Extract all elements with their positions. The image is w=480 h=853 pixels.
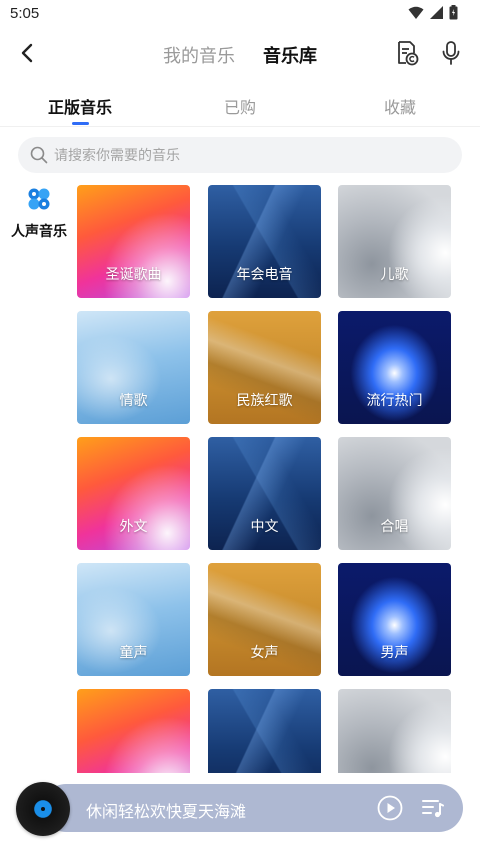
play-icon[interactable] xyxy=(377,795,403,821)
tab-favorites[interactable]: 收藏 xyxy=(384,94,416,118)
category-label: 情歌 xyxy=(119,392,148,408)
tab-licensed-music[interactable]: 正版音乐 xyxy=(48,94,112,118)
tab-purchased[interactable]: 已购 xyxy=(224,94,256,118)
category-label: 中文 xyxy=(250,518,279,534)
category-tile[interactable] xyxy=(338,689,451,773)
sub-tabs: 正版音乐 已购 收藏 xyxy=(0,92,480,128)
sidebar-category-label: 人声音乐 xyxy=(11,223,67,239)
category-tile[interactable] xyxy=(77,689,190,773)
mini-player[interactable]: 休闲轻松欢快夏天海滩 xyxy=(16,782,463,836)
microphone-icon xyxy=(442,41,460,65)
active-tab-indicator xyxy=(72,122,89,125)
sidebar-category[interactable]: 人声音乐 xyxy=(6,186,72,241)
category-tile[interactable]: 民族红歌 xyxy=(208,311,321,424)
search-bar[interactable] xyxy=(18,137,462,173)
category-label: 童声 xyxy=(119,644,148,660)
category-tile[interactable]: 女声 xyxy=(208,563,321,676)
category-label: 圣诞歌曲 xyxy=(105,266,162,282)
top-bar: 我的音乐 音乐库 xyxy=(0,28,480,78)
category-tile[interactable]: 流行热门 xyxy=(338,311,451,424)
status-icons xyxy=(408,5,458,25)
battery-icon xyxy=(449,5,458,25)
wifi-icon xyxy=(408,6,424,25)
category-tile[interactable]: 儿歌 xyxy=(338,185,451,298)
cellular-signal-icon xyxy=(430,6,443,24)
playlist-icon[interactable] xyxy=(421,796,445,820)
category-tile[interactable]: 男声 xyxy=(338,563,451,676)
category-tile[interactable]: 外文 xyxy=(77,437,190,550)
status-time: 5:05 xyxy=(10,5,40,22)
category-tile[interactable]: 圣诞歌曲 xyxy=(77,185,190,298)
category-label: 流行热门 xyxy=(366,392,423,408)
category-tile[interactable]: 童声 xyxy=(77,563,190,676)
category-tile[interactable]: 年会电音 xyxy=(208,185,321,298)
category-tile[interactable]: 合唱 xyxy=(338,437,451,550)
category-label: 合唱 xyxy=(380,518,409,534)
category-label: 年会电音 xyxy=(236,266,293,282)
status-bar: 5:05 xyxy=(0,0,480,28)
search-input[interactable] xyxy=(54,147,434,163)
tab-my-music[interactable]: 我的音乐 xyxy=(163,42,235,68)
category-tile[interactable]: 情歌 xyxy=(77,311,190,424)
tab-music-library[interactable]: 音乐库 xyxy=(263,42,317,68)
category-label: 儿歌 xyxy=(380,266,409,282)
copyright-document-icon xyxy=(398,41,419,66)
now-playing-title: 休闲轻松欢快夏天海滩 xyxy=(86,804,247,821)
category-label: 男声 xyxy=(380,644,409,660)
voice-search-button[interactable] xyxy=(437,38,465,68)
category-tile[interactable]: 中文 xyxy=(208,437,321,550)
chevron-left-icon xyxy=(21,43,33,63)
category-label: 女声 xyxy=(250,644,279,660)
divider xyxy=(0,126,480,127)
category-tile[interactable] xyxy=(208,689,321,773)
vocal-music-logo-icon xyxy=(28,188,50,210)
category-grid: 圣诞歌曲 年会电音 儿歌情歌 民族红歌 流行热门外文 中文 合唱童声 女声 男声 xyxy=(77,185,452,773)
album-disc-icon[interactable] xyxy=(16,782,70,836)
copyright-doc-button[interactable] xyxy=(393,38,421,68)
category-label: 外文 xyxy=(119,518,148,534)
search-icon xyxy=(30,146,48,164)
category-label: 民族红歌 xyxy=(236,392,293,408)
back-button[interactable] xyxy=(14,38,40,68)
